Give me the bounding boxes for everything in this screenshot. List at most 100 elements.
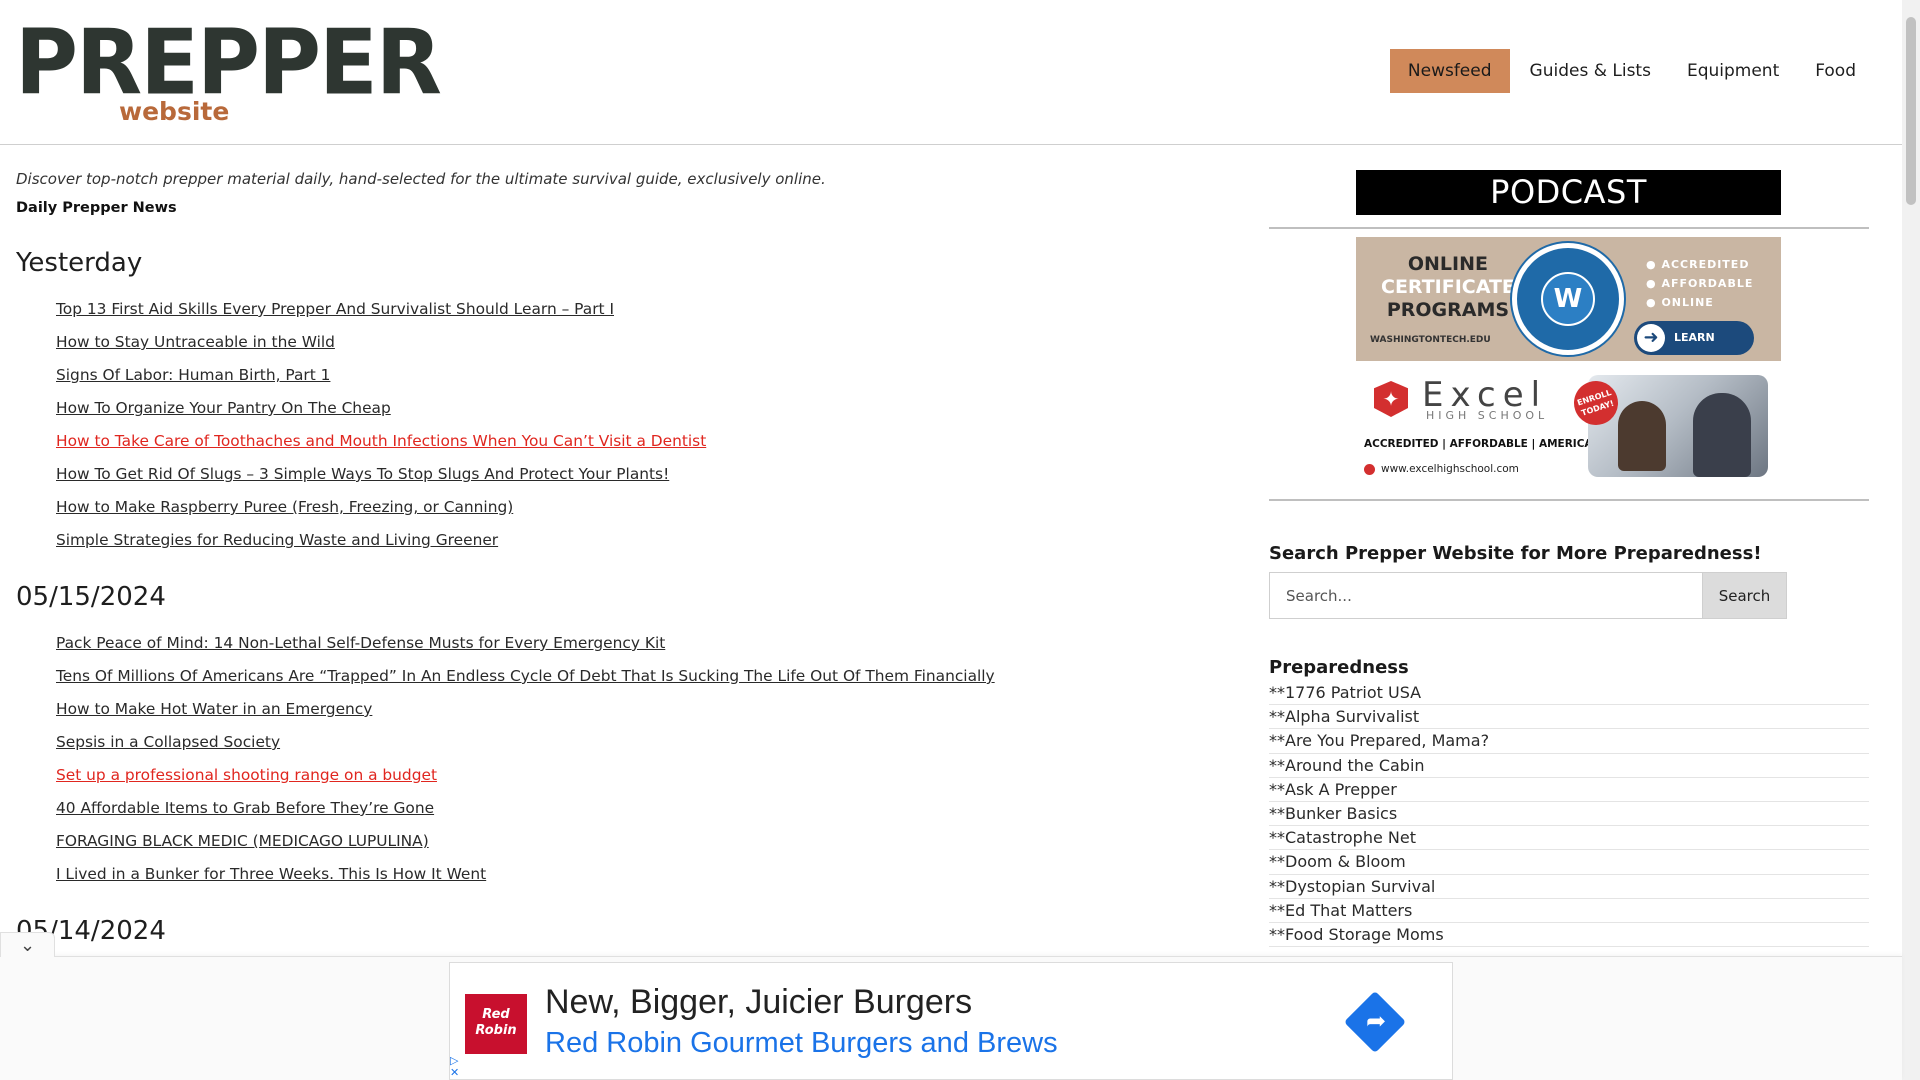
ad-bullets: ● ACCREDITED ● AFFORDABLE ● ONLINE	[1646, 255, 1753, 312]
nav-food[interactable]: Food	[1797, 49, 1874, 93]
search-button[interactable]: Search	[1703, 572, 1787, 619]
learn-more-button[interactable]: ➜ LEARN MORE	[1634, 321, 1754, 355]
nav-guides-lists[interactable]: Guides & Lists	[1512, 49, 1669, 93]
page-scrollbar[interactable]	[1902, 0, 1920, 1080]
list-item: Set up a professional shooting range on …	[56, 758, 1216, 791]
day-heading: 05/15/2024	[16, 582, 166, 612]
red-robin-ad[interactable]: Red Robin New, Bigger, Juicier Burgers R…	[449, 962, 1453, 1080]
podcast-banner[interactable]: PODCAST	[1356, 170, 1781, 215]
list-item: Tens Of Millions Of Americans Are “Trapp…	[56, 659, 1216, 692]
preparedness-link[interactable]: **1776 Patriot USA	[1269, 681, 1869, 706]
preparedness-link[interactable]: **Ask A Prepper	[1269, 778, 1869, 802]
list-item: Top 13 First Aid Skills Every Prepper An…	[56, 292, 1216, 325]
news-link[interactable]: Top 13 First Aid Skills Every Prepper An…	[56, 300, 614, 318]
ad-subheadline: Red Robin Gourmet Burgers and Brews	[545, 1027, 1058, 1059]
news-link[interactable]: Signs Of Labor: Human Birth, Part 1	[56, 366, 330, 384]
excel-high-school-ad[interactable]: ✦ Excel HIGH SCHOOL ACCREDITED | AFFORDA…	[1356, 375, 1768, 477]
news-link[interactable]: 40 Affordable Items to Grab Before They’…	[56, 799, 434, 817]
site-logo[interactable]: PREPPER website	[15, 10, 442, 130]
day-heading: 05/14/2024	[16, 916, 166, 946]
ad-bullet: ● AFFORDABLE	[1646, 277, 1754, 290]
logo-wordmark: PREPPER	[15, 10, 442, 116]
search-heading: Search Prepper Website for More Prepared…	[1269, 543, 1762, 564]
search-input[interactable]	[1269, 572, 1703, 619]
search-form: Search	[1269, 572, 1869, 619]
globe-icon	[1364, 464, 1375, 475]
news-link[interactable]: How To Get Rid Of Slugs – 3 Simple Ways …	[56, 465, 669, 483]
preparedness-link[interactable]: **Are You Prepared, Mama?	[1269, 729, 1869, 754]
seal-emblem-icon: W	[1541, 272, 1595, 326]
chevron-down-icon[interactable]: ⌄	[0, 932, 55, 957]
news-link[interactable]: How To Organize Your Pantry On The Cheap	[56, 399, 391, 417]
directions-arrow-icon: ➦	[1365, 1007, 1387, 1035]
ad-tagline: ACCREDITED | AFFORDABLE | AMERICAN	[1364, 438, 1602, 450]
ad-bullet: ● ONLINE	[1646, 296, 1714, 309]
nav-equipment[interactable]: Equipment	[1669, 49, 1797, 93]
list-item: How to Make Raspberry Puree (Fresh, Free…	[56, 490, 1216, 523]
list-item: How to Take Care of Toothaches and Mouth…	[56, 424, 1216, 457]
section-subhead: Daily Prepper News	[16, 200, 177, 216]
divider	[1269, 227, 1869, 229]
washington-tech-ad[interactable]: ONLINE CERTIFICATE PROGRAMS WASHINGTONTE…	[1356, 237, 1781, 361]
news-link[interactable]: Sepsis in a Collapsed Society	[56, 733, 280, 751]
preparedness-link[interactable]: **Alpha Survivalist	[1269, 705, 1869, 730]
list-item: How To Get Rid Of Slugs – 3 Simple Ways …	[56, 457, 1216, 490]
news-link-visited[interactable]: Set up a professional shooting range on …	[56, 766, 437, 784]
ad-headline: ONLINE CERTIFICATE PROGRAMS	[1381, 253, 1515, 322]
ad-bullet: ● ACCREDITED	[1646, 258, 1750, 271]
news-link[interactable]: I Lived in a Bunker for Three Weeks. Thi…	[56, 865, 486, 883]
ad-line: CERTIFICATE	[1381, 276, 1515, 298]
news-list: Top 13 First Aid Skills Every Prepper An…	[16, 292, 1216, 556]
red-robin-logo: Red Robin	[465, 994, 527, 1054]
preparedness-link[interactable]: **Ed That Matters	[1269, 899, 1869, 923]
learn-more-label: LEARN MORE	[1674, 331, 1715, 344]
list-item: Sepsis in a Collapsed Society	[56, 725, 1216, 758]
ad-brand-sub: HIGH SCHOOL	[1426, 409, 1549, 422]
site-header: PREPPER website Newsfeed Guides & Lists …	[0, 0, 1902, 145]
news-link[interactable]: Tens Of Millions Of Americans Are “Trapp…	[56, 667, 995, 685]
students-photo	[1588, 375, 1768, 477]
preparedness-list: **1776 Patriot USA **Alpha Survivalist *…	[1269, 681, 1869, 948]
list-item: Signs Of Labor: Human Birth, Part 1	[56, 358, 1216, 391]
ad-url: WASHINGTONTECH.EDU	[1370, 335, 1491, 345]
preparedness-link[interactable]: **Dystopian Survival	[1269, 875, 1869, 899]
preparedness-heading: Preparedness	[1269, 657, 1409, 678]
site-tagline: Discover top-notch prepper material dail…	[16, 170, 826, 188]
preparedness-link[interactable]: **Catastrophe Net	[1269, 826, 1869, 851]
list-item: How To Organize Your Pantry On The Cheap	[56, 391, 1216, 424]
preparedness-link[interactable]: **Food Storage Moms	[1269, 923, 1869, 948]
list-item: Pack Peace of Mind: 14 Non-Lethal Self-D…	[56, 626, 1216, 659]
ad-url: www.excelhighschool.com	[1381, 463, 1519, 475]
list-item: How to Make Hot Water in an Emergency	[56, 692, 1216, 725]
scrollbar-thumb[interactable]	[1906, 17, 1916, 205]
news-link[interactable]: FORAGING BLACK MEDIC (MEDICAGO LUPULINA)	[56, 832, 429, 850]
arrow-right-icon: ➜	[1637, 324, 1665, 352]
student-figure	[1618, 401, 1666, 471]
day-heading: Yesterday	[16, 248, 143, 278]
preparedness-link[interactable]: **Doom & Bloom	[1269, 850, 1869, 875]
sidebar: PODCAST ONLINE CERTIFICATE PROGRAMS WASH…	[1269, 170, 1869, 948]
preparedness-link[interactable]: **Bunker Basics	[1269, 802, 1869, 827]
ad-line: PROGRAMS	[1386, 299, 1510, 321]
ad-choices-icon[interactable]: ▷ ✕	[450, 1055, 459, 1079]
preparedness-link[interactable]: **Around the Cabin	[1269, 754, 1869, 778]
excel-logo-icon: ✦	[1374, 381, 1408, 417]
list-item: I Lived in a Bunker for Three Weeks. Thi…	[56, 857, 1216, 890]
news-link[interactable]: How to Stay Untraceable in the Wild	[56, 333, 335, 351]
ad-headline: New, Bigger, Juicier Burgers	[545, 983, 973, 1021]
news-link-visited[interactable]: How to Take Care of Toothaches and Mouth…	[56, 432, 706, 450]
student-figure	[1693, 393, 1751, 477]
list-item: 40 Affordable Items to Grab Before They’…	[56, 791, 1216, 824]
logo-subtitle: website	[119, 97, 230, 126]
news-link[interactable]: Simple Strategies for Reducing Waste and…	[56, 531, 498, 549]
main-nav: Newsfeed Guides & Lists Equipment Food	[1389, 49, 1874, 93]
list-item: How to Stay Untraceable in the Wild	[56, 325, 1216, 358]
news-list: Pack Peace of Mind: 14 Non-Lethal Self-D…	[16, 626, 1216, 890]
news-link[interactable]: How to Make Raspberry Puree (Fresh, Free…	[56, 498, 513, 516]
nav-newsfeed[interactable]: Newsfeed	[1389, 49, 1510, 93]
list-item: Simple Strategies for Reducing Waste and…	[56, 523, 1216, 556]
institute-seal-icon: W	[1512, 243, 1624, 355]
news-link[interactable]: Pack Peace of Mind: 14 Non-Lethal Self-D…	[56, 634, 665, 652]
news-link[interactable]: How to Make Hot Water in an Emergency	[56, 700, 372, 718]
divider	[1269, 499, 1869, 501]
